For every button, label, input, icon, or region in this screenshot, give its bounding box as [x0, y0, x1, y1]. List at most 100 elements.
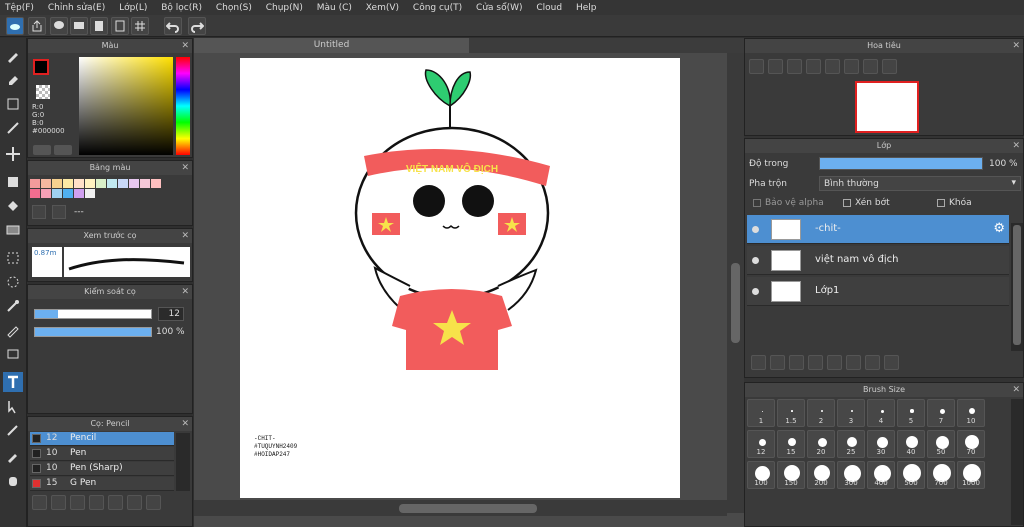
brush-settings-icon[interactable] — [51, 495, 66, 510]
palette-swatch[interactable] — [151, 179, 161, 188]
zoom-in-icon-2[interactable] — [768, 59, 783, 74]
menu-select[interactable]: Chọn(S) — [211, 0, 258, 15]
menu-cloud[interactable]: Cloud — [531, 0, 568, 15]
rotate-right-icon[interactable] — [863, 59, 878, 74]
layer-opacity-slider[interactable] — [819, 157, 983, 170]
close-icon[interactable]: ✕ — [1012, 40, 1020, 53]
new-layer-1bit-icon[interactable] — [789, 355, 804, 370]
clipping-checkbox[interactable] — [843, 199, 851, 207]
brush-list-scrollbar[interactable] — [176, 433, 190, 491]
close-icon[interactable]: ✕ — [181, 418, 189, 431]
menu-tools[interactable]: Công cụ(T) — [408, 0, 468, 15]
palette-swatch[interactable] — [85, 179, 95, 188]
palette-swatch[interactable] — [52, 189, 62, 198]
brush-size-preset[interactable]: 50 — [927, 430, 955, 458]
trash-icon[interactable] — [884, 355, 899, 370]
duplicate-brush-icon[interactable] — [127, 495, 142, 510]
brush-import-icon[interactable] — [89, 495, 104, 510]
brush-group-icon[interactable] — [70, 495, 85, 510]
select-eraser-icon[interactable] — [3, 344, 23, 364]
layers-scrollbar[interactable] — [1011, 223, 1023, 351]
brush-size-preset[interactable]: 400 — [867, 461, 895, 489]
visibility-icon[interactable] — [752, 226, 759, 233]
hand-icon[interactable] — [3, 470, 23, 490]
magic-wand-icon[interactable] — [3, 296, 23, 316]
chat-icon[interactable] — [70, 17, 88, 35]
close-icon[interactable]: ✕ — [181, 230, 189, 243]
brush-list-item[interactable]: 15 G Pen — [30, 477, 174, 491]
layer-row[interactable]: việt nam vô địch — [747, 246, 1009, 275]
palette-swatch[interactable] — [96, 179, 106, 188]
layer-row[interactable]: -chit- ⚙ — [747, 215, 1009, 244]
visibility-icon[interactable] — [752, 288, 759, 295]
document-icon[interactable] — [90, 17, 108, 35]
brush-list-item[interactable]: 12 Pencil — [30, 432, 174, 446]
close-icon[interactable]: ✕ — [1012, 384, 1020, 397]
rotate-left-icon[interactable] — [825, 59, 840, 74]
visibility-icon[interactable] — [752, 257, 759, 264]
text-tool-icon[interactable] — [3, 372, 23, 392]
brush-size-preset[interactable]: 150 — [777, 461, 805, 489]
menu-capture[interactable]: Chụp(N) — [261, 0, 309, 15]
palette-swatch[interactable] — [63, 179, 73, 188]
brush-size-preset[interactable]: 700 — [927, 461, 955, 489]
hue-slider[interactable] — [176, 57, 190, 155]
brush-size-preset[interactable]: 30 — [867, 430, 895, 458]
brush-size-preset[interactable]: 7 — [927, 399, 955, 427]
merge-layer-icon[interactable] — [865, 355, 880, 370]
palette-swatch[interactable] — [41, 179, 51, 188]
brush-size-preset[interactable]: 70 — [957, 430, 985, 458]
brush-size-preset[interactable]: 3 — [837, 399, 865, 427]
canvas-vertical-scrollbar[interactable] — [727, 53, 744, 513]
brush-size-preset[interactable]: 1000 — [957, 461, 985, 489]
lock-checkbox[interactable] — [937, 199, 945, 207]
close-icon[interactable]: ✕ — [181, 40, 189, 53]
move-icon[interactable] — [3, 144, 23, 164]
fit-window-icon[interactable] — [787, 59, 802, 74]
folder-icon[interactable] — [108, 495, 123, 510]
menu-filter[interactable]: Bộ lọc(R) — [156, 0, 208, 15]
palette-swatch[interactable] — [118, 179, 128, 188]
flip-icon[interactable] — [882, 59, 897, 74]
canvas-vertical-thumb[interactable] — [731, 263, 740, 343]
brush-list-item[interactable]: 10 Pen — [30, 447, 174, 461]
brush-size-preset[interactable]: 100 — [747, 461, 775, 489]
gear-icon[interactable]: ⚙ — [993, 221, 1005, 236]
menu-color[interactable]: Màu (C) — [312, 0, 358, 15]
pen-tool-icon[interactable] — [3, 420, 23, 440]
redo-icon[interactable] — [188, 17, 206, 35]
export-icon[interactable] — [28, 17, 46, 35]
brush-size-preset[interactable]: 12 — [747, 430, 775, 458]
zoom-in-icon[interactable] — [749, 59, 764, 74]
palette-swatch[interactable] — [30, 179, 40, 188]
duplicate-layer-icon[interactable] — [846, 355, 861, 370]
menu-layer[interactable]: Lớp(L) — [114, 0, 153, 15]
menu-file[interactable]: Tệp(F) — [0, 0, 40, 15]
palette-swatch[interactable] — [41, 189, 51, 198]
palette-swatch[interactable] — [63, 189, 73, 198]
brush-size-preset[interactable]: 25 — [837, 430, 865, 458]
brush-size-preset[interactable]: 20 — [807, 430, 835, 458]
canvas-horizontal-scrollbar[interactable] — [194, 500, 727, 516]
brush-size-preset[interactable]: 500 — [897, 461, 925, 489]
blend-mode-select[interactable]: Bình thường ▾ — [819, 176, 1021, 191]
close-icon[interactable]: ✕ — [181, 286, 189, 299]
gradient-icon[interactable] — [3, 220, 23, 240]
eyedropper-icon[interactable] — [3, 446, 23, 466]
color-mode-button-2[interactable] — [54, 145, 72, 155]
delete-palette-icon[interactable] — [52, 205, 66, 219]
new-palette-icon[interactable] — [32, 205, 46, 219]
lasso-select-icon[interactable] — [3, 248, 23, 268]
brush-size-preset[interactable]: 15 — [777, 430, 805, 458]
brush-size-value[interactable]: 12 — [158, 307, 184, 321]
protect-alpha-checkbox[interactable] — [753, 199, 761, 207]
palette-swatch[interactable] — [107, 179, 117, 188]
brush-size-scrollbar[interactable] — [1011, 399, 1023, 525]
brush-size-preset[interactable]: 5 — [897, 399, 925, 427]
eraser-icon[interactable] — [3, 70, 23, 90]
brush-list-item[interactable]: 10 Pen (Sharp) — [30, 462, 174, 476]
foreground-color-swatch[interactable] — [33, 59, 49, 75]
line-icon[interactable] — [3, 118, 23, 138]
brush-size-preset[interactable]: 1 — [747, 399, 775, 427]
reset-view-icon[interactable] — [844, 59, 859, 74]
